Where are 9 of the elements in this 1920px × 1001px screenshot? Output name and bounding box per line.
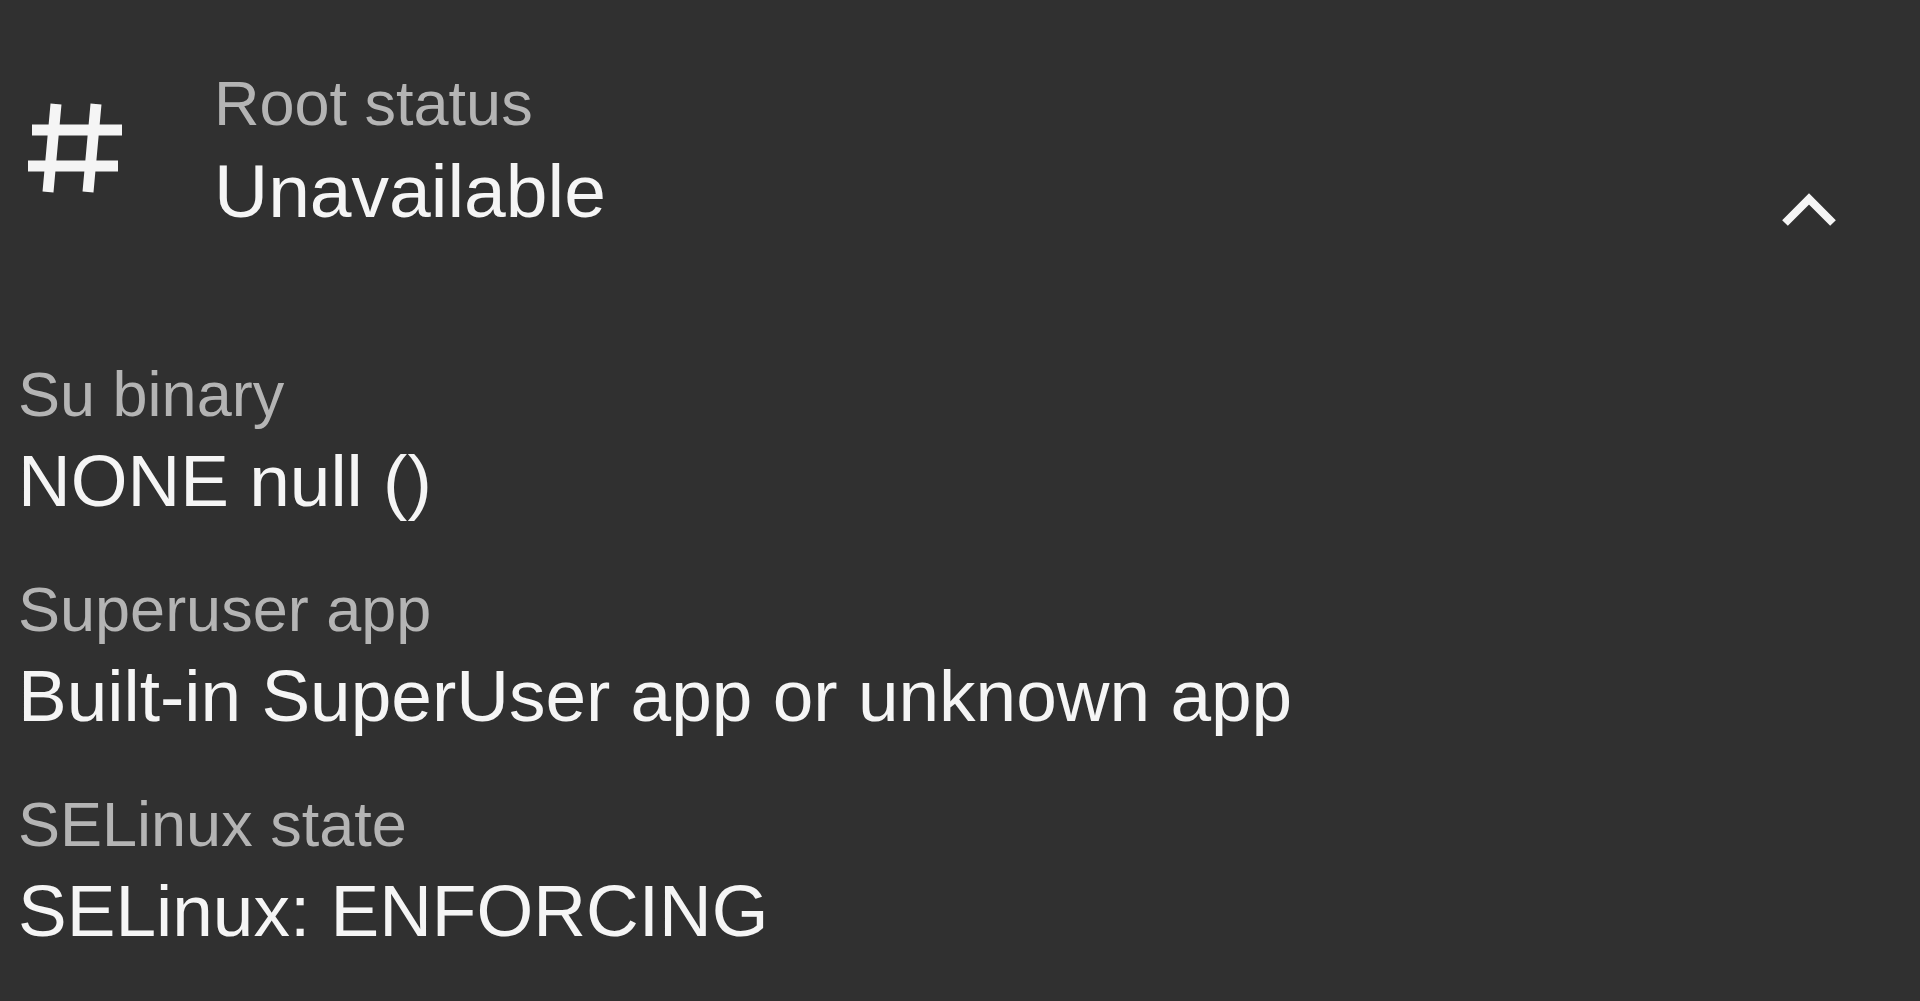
- collapse-icon[interactable]: [1781, 191, 1837, 227]
- detail-value: NONE null (): [18, 439, 433, 523]
- detail-value: SELinux: ENFORCING: [18, 869, 770, 953]
- detail-label: SELinux state: [18, 788, 408, 861]
- detail-value: Built-in SuperUser app or unknown app: [18, 654, 1294, 738]
- detail-label: Su binary: [18, 358, 286, 431]
- detail-label: Superuser app: [18, 573, 433, 646]
- status-value: Unavailable: [214, 148, 607, 235]
- status-title: Root status: [214, 67, 534, 140]
